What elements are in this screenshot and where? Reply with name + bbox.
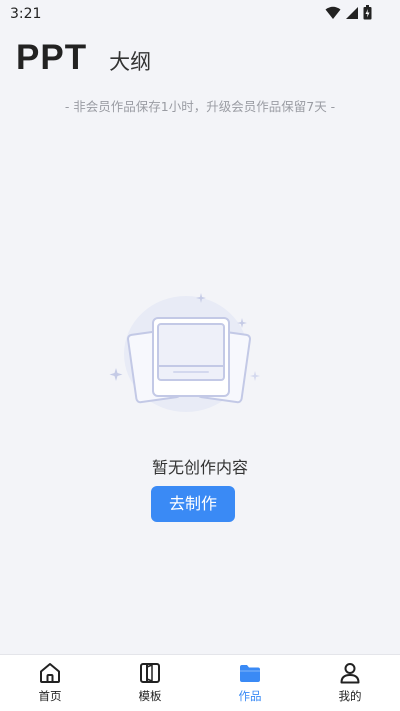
sparkle-icon (250, 371, 260, 381)
retention-notice: - 非会员作品保存1小时，升级会员作品保留7天 - (64, 99, 336, 114)
tab-outline[interactable]: 大纲 (109, 46, 151, 76)
battery-icon (363, 5, 372, 20)
sparkle-icon (109, 368, 123, 381)
nav-label-templates: 模板 (138, 689, 162, 703)
nav-label-home: 首页 (38, 689, 62, 703)
tab-ppt[interactable]: PPT (16, 38, 87, 78)
nav-label-profile: 我的 (338, 689, 362, 703)
template-icon (140, 663, 160, 683)
nav-item-profile[interactable]: 我的 (300, 655, 400, 711)
nav-item-templates[interactable]: 模板 (100, 655, 200, 711)
empty-works-illustration (109, 293, 260, 412)
status-bar: 3:21 (0, 0, 400, 28)
empty-state-message: 暂无创作内容 (151, 458, 248, 477)
create-button[interactable]: 去制作 (151, 486, 235, 522)
wifi-icon (325, 6, 341, 19)
nav-item-works[interactable]: 作品 (200, 655, 300, 711)
signal-icon (346, 6, 358, 19)
home-icon (40, 663, 60, 683)
header-tabs: PPT 大纲 (16, 38, 151, 78)
status-time: 3:21 (10, 6, 42, 22)
folder-icon (240, 665, 260, 682)
bottom-nav: 首页 模板 作品 我的 (0, 654, 400, 711)
app-screen: 3:21 PPT 大纲 - 非会员作品保存1小时，升级会员作品保留7天 - 暂无… (0, 0, 400, 711)
status-icons (325, 5, 372, 20)
nav-item-home[interactable]: 首页 (0, 655, 100, 711)
nav-label-works: 作品 (238, 689, 262, 703)
user-icon (340, 663, 360, 684)
